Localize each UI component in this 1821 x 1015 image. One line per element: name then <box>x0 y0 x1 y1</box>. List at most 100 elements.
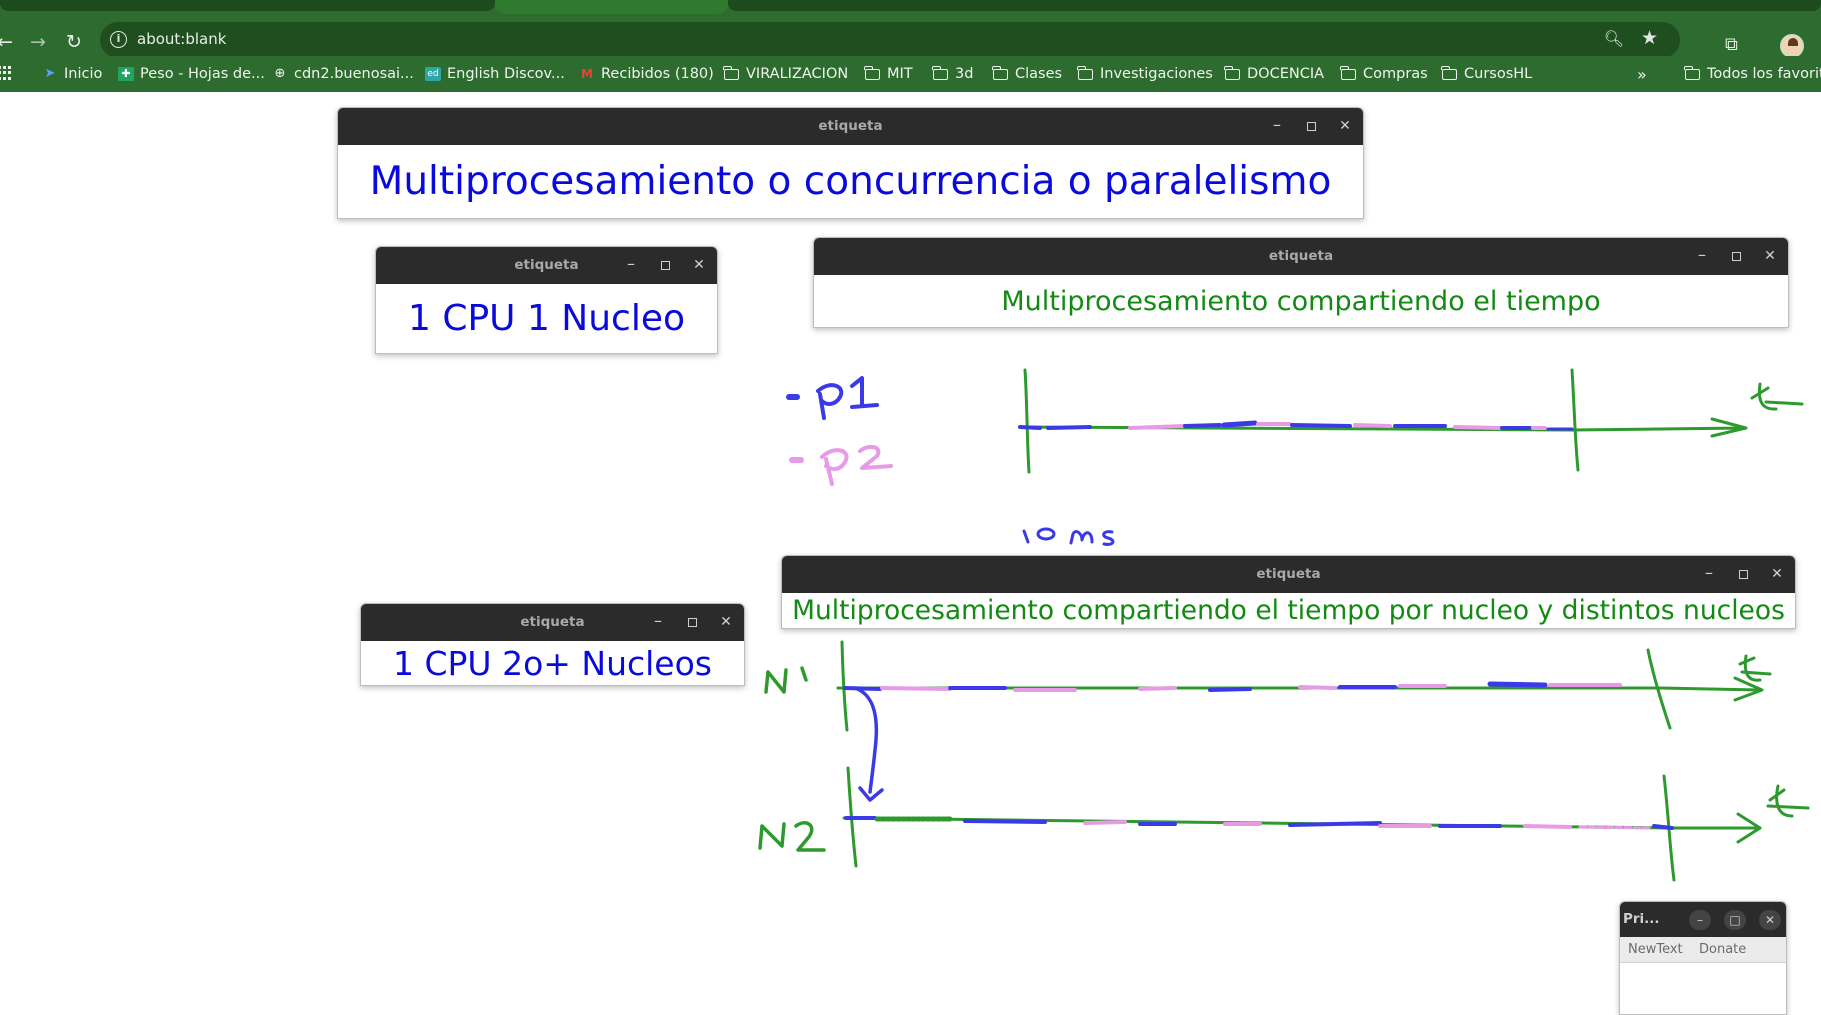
window-label-text: 1 CPU 1 Nucleo <box>407 298 686 339</box>
timeline-core-1 <box>836 640 1772 732</box>
bookmarks-bar: ➤ Inicio ✚ Peso - Hojas de... ⊕ cdn2.bue… <box>0 56 1821 92</box>
maximize-icon[interactable] <box>1729 556 1757 593</box>
tab-background[interactable] <box>728 0 1821 11</box>
folder-icon <box>1441 65 1457 80</box>
window-title: Pri... <box>1623 911 1660 927</box>
bookmark-label: DOCENCIA <box>1247 66 1325 82</box>
bookmark-folder-viralizacion[interactable]: VIRALIZACION <box>723 63 849 85</box>
label-window-1cpu-multi-nucleos[interactable]: etiqueta – ✕ 1 CPU 2o+ Nucleos <box>360 603 745 686</box>
bookmark-label: Compras <box>1363 66 1428 82</box>
tab-background[interactable] <box>0 0 495 11</box>
ed-icon: ed <box>425 67 441 81</box>
label-window-1cpu-1nucleo[interactable]: etiqueta – ✕ 1 CPU 1 Nucleo <box>375 246 718 354</box>
migration-arrow <box>853 686 884 802</box>
menu-item-newtext[interactable]: NewText <box>1628 942 1683 957</box>
close-icon[interactable]: ✕ <box>712 604 740 641</box>
site-info-icon[interactable]: i <box>110 31 127 48</box>
sheets-icon: ✚ <box>118 67 134 81</box>
address-bar[interactable]: i about:blank 🔍︎ ★ <box>100 22 1680 58</box>
all-bookmarks-button[interactable]: Todos los favorit <box>1684 63 1821 85</box>
bookmark-folder-3d[interactable]: 3d <box>932 63 974 85</box>
bookmark-folder-mit[interactable]: MIT <box>864 63 913 85</box>
forward-arrow-icon[interactable]: → <box>24 28 52 56</box>
folder-icon <box>1224 65 1240 80</box>
bookmark-label: Peso - Hojas de... <box>140 66 265 82</box>
bookmark-folder-clases[interactable]: Clases <box>992 63 1063 85</box>
bookmark-recibidos[interactable]: M Recibidos (180) <box>579 63 714 85</box>
minimize-icon[interactable]: – <box>644 604 672 641</box>
handwritten-10ms-label <box>1022 527 1115 546</box>
screen: ← → ↻ i about:blank 🔍︎ ★ ⧉ ➤ Inicio ✚ Pe… <box>0 0 1821 1015</box>
bookmark-label: Recibidos (180) <box>601 66 714 82</box>
window-title: etiqueta <box>818 118 883 134</box>
window-label-text: Multiprocesamiento compartiendo el tiemp… <box>792 595 1785 626</box>
label-window-time-sharing[interactable]: etiqueta – ✕ Multiprocesamiento comparti… <box>813 237 1789 328</box>
reload-icon[interactable]: ↻ <box>60 28 88 56</box>
extensions-icon[interactable]: ⧉ <box>1725 34 1749 58</box>
folder-icon <box>723 65 739 80</box>
bookmark-english[interactable]: ed English Discov... <box>425 63 565 85</box>
minimize-icon[interactable]: – <box>1689 910 1711 930</box>
bookmark-star-icon[interactable]: ★ <box>1641 27 1658 49</box>
apps-grid-icon[interactable] <box>0 66 12 80</box>
back-arrow-icon[interactable]: ← <box>0 28 19 56</box>
folder-icon <box>1684 65 1700 80</box>
window-titlebar[interactable]: etiqueta – ✕ <box>814 238 1788 275</box>
close-icon[interactable]: ✕ <box>1759 910 1781 930</box>
label-window-main-title[interactable]: etiqueta – ✕ Multiprocesamiento o concur… <box>337 107 1364 219</box>
drive-icon: ➤ <box>44 66 56 81</box>
close-icon[interactable]: ✕ <box>1756 238 1784 275</box>
timeline-core-2 <box>842 766 1810 882</box>
close-icon[interactable]: ✕ <box>1763 556 1791 593</box>
bookmark-folder-investigaciones[interactable]: Investigaciones <box>1077 63 1213 85</box>
folder-icon <box>992 65 1008 80</box>
close-icon[interactable]: ✕ <box>685 247 713 284</box>
maximize-icon[interactable]: □ <box>1724 910 1746 930</box>
close-icon[interactable]: ✕ <box>1331 108 1359 145</box>
small-app-window[interactable]: Pri... – □ ✕ NewText Donate <box>1619 901 1787 1015</box>
window-label-text: Multiprocesamiento o concurrencia o para… <box>369 159 1332 204</box>
folder-icon <box>932 65 948 80</box>
minimize-icon[interactable]: – <box>1688 238 1716 275</box>
bookmarks-overflow-button[interactable]: » <box>1637 63 1647 85</box>
avatar[interactable] <box>1780 34 1804 58</box>
maximize-icon[interactable] <box>678 604 706 641</box>
minimize-icon[interactable]: – <box>617 247 645 284</box>
bookmark-label: VIRALIZACION <box>746 66 849 82</box>
bookmark-folder-docencia[interactable]: DOCENCIA <box>1224 63 1325 85</box>
folder-icon <box>1340 65 1356 80</box>
window-title: etiqueta <box>1268 248 1334 264</box>
window-titlebar[interactable]: etiqueta – ✕ <box>361 604 744 641</box>
window-titlebar[interactable]: Pri... – □ ✕ <box>1620 902 1786 937</box>
window-titlebar[interactable]: etiqueta – ✕ <box>782 556 1795 593</box>
bookmark-folder-cursoshl[interactable]: CursosHL <box>1441 63 1533 85</box>
folder-icon <box>864 65 880 80</box>
window-title: etiqueta <box>1256 566 1321 582</box>
maximize-icon[interactable] <box>1722 238 1750 275</box>
bookmark-label: Inicio <box>64 66 103 82</box>
bookmark-peso[interactable]: ✚ Peso - Hojas de... <box>118 63 265 85</box>
minimize-icon[interactable]: – <box>1695 556 1723 593</box>
bookmark-label: cdn2.buenosai... <box>294 66 414 82</box>
bookmark-cdn2[interactable]: ⊕ cdn2.buenosai... <box>272 63 414 85</box>
maximize-icon[interactable] <box>1297 108 1325 145</box>
maximize-icon[interactable] <box>651 247 679 284</box>
bookmark-label: Clases <box>1015 66 1063 82</box>
minimize-icon[interactable]: – <box>1263 108 1291 145</box>
label-window-multi-core[interactable]: etiqueta – ✕ Multiprocesamiento comparti… <box>781 555 1796 629</box>
bookmark-folder-compras[interactable]: Compras <box>1340 63 1428 85</box>
bookmark-label: MIT <box>887 66 913 82</box>
url-text[interactable]: about:blank <box>137 30 226 48</box>
window-label-text: 1 CPU 2o+ Nucleos <box>393 643 712 683</box>
bookmark-label: CursosHL <box>1464 66 1533 82</box>
tab-strip <box>0 0 1821 14</box>
zoom-icon[interactable]: 🔍︎ <box>1604 29 1624 48</box>
menu-item-donate[interactable]: Donate <box>1699 942 1746 957</box>
bookmark-label: 3d <box>955 66 974 82</box>
bookmark-inicio[interactable]: ➤ Inicio <box>42 63 103 85</box>
gmail-icon: M <box>581 67 593 81</box>
window-titlebar[interactable]: etiqueta – ✕ <box>338 108 1363 145</box>
tab-active[interactable] <box>495 0 728 14</box>
menu-bar: NewText Donate <box>1620 937 1786 963</box>
window-titlebar[interactable]: etiqueta – ✕ <box>376 247 717 284</box>
